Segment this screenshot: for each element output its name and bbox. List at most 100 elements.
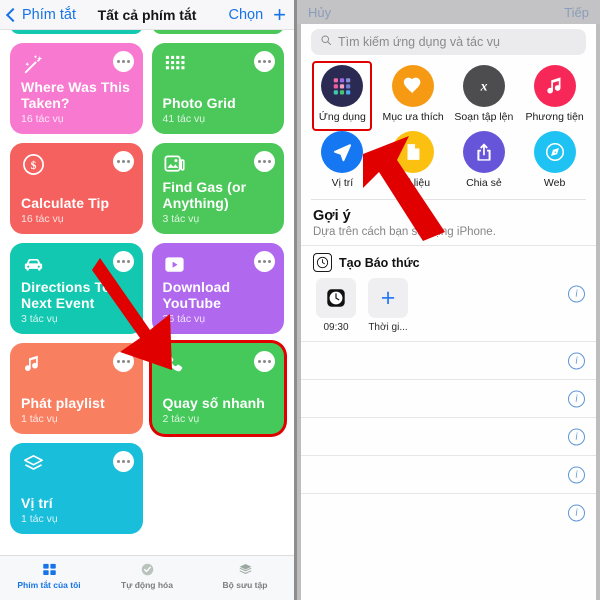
back-button-label: Phím tắt — [22, 6, 76, 23]
category-soan-tap-lenh[interactable]: x Soạn tập lện — [449, 65, 520, 123]
param-add-time[interactable]: + Thời gi... — [367, 278, 409, 333]
card-title: Calculate Tip — [21, 195, 110, 211]
gas-photo-icon — [163, 152, 187, 176]
category-label: Mục ưa thích — [382, 111, 444, 123]
app-grid-icon — [321, 65, 364, 107]
navigation-icon — [321, 131, 364, 173]
card-subtitle: 3 tác vụ — [21, 313, 58, 325]
category-label: Soạn tập lện — [454, 111, 514, 123]
shortcut-card-photo-grid[interactable]: Photo Grid 41 tác vụ — [151, 43, 284, 134]
tab-label: Phím tắt của tôi — [17, 580, 81, 590]
dollar-icon: $ — [21, 152, 45, 176]
shortcut-card-partial-teal[interactable] — [10, 30, 143, 34]
card-more-button[interactable] — [112, 351, 134, 372]
tab-tu-dong-hoa[interactable]: Tự động hóa — [98, 562, 196, 590]
select-button[interactable]: Chọn — [228, 7, 263, 23]
layers-icon — [21, 452, 45, 476]
add-shortcut-button[interactable]: + — [273, 3, 286, 25]
card-title: Where Was This Taken? — [21, 79, 131, 111]
nav-actions: Chọn + — [228, 3, 286, 25]
category-grid: Ứng dụng Mục ưa thích x Soạn tập lện Phư… — [301, 55, 596, 195]
card-title: Phát playlist — [21, 395, 105, 411]
card-title: Vị trí — [21, 495, 53, 511]
shortcuts-scroll-area[interactable]: Where Was This Taken? 16 tác vụ Photo Gr… — [0, 30, 294, 555]
search-input[interactable]: Tìm kiếm ứng dụng và tác vụ — [311, 29, 586, 55]
suggestion-row-5[interactable]: i — [301, 455, 596, 493]
x-script-icon: x — [462, 65, 505, 107]
magic-wand-icon — [21, 52, 45, 76]
category-vi-tri[interactable]: Vị trí — [307, 131, 378, 189]
document-icon — [392, 131, 435, 173]
category-web[interactable]: Web — [519, 131, 590, 189]
back-button[interactable]: Phím tắt — [5, 6, 76, 23]
suggestion-row-4[interactable]: i — [301, 417, 596, 455]
shortcut-card-calculate-tip[interactable]: $ Calculate Tip 16 tác vụ — [10, 143, 143, 234]
shortcut-card-vi-tri[interactable]: Vị trí 1 tác vụ — [10, 443, 143, 534]
shortcut-card-download-youtube[interactable]: Download YouTube 36 tác vụ — [151, 243, 284, 334]
tab-bo-suu-tap[interactable]: Bộ sưu tập — [196, 562, 294, 590]
suggestion-row-6[interactable]: i — [301, 493, 596, 531]
search-placeholder: Tìm kiếm ứng dụng và tác vụ — [338, 35, 500, 49]
shortcut-card-where-was-this-taken[interactable]: Where Was This Taken? 16 tác vụ — [10, 43, 143, 134]
card-more-button[interactable] — [254, 351, 275, 372]
info-icon[interactable]: i — [568, 504, 585, 521]
grid-dots-icon — [163, 52, 187, 76]
shortcut-card-find-gas[interactable]: Find Gas (or Anything) 3 tác vụ — [151, 143, 284, 234]
card-title: Find Gas (or Anything) — [162, 179, 247, 211]
category-phuong-tien[interactable]: Phương tiện — [519, 65, 590, 123]
row-parameters: 09:30 + Thời gi... — [315, 278, 584, 333]
shortcut-card-partial-green[interactable] — [151, 30, 284, 34]
svg-text:$: $ — [30, 158, 36, 171]
category-chia-se[interactable]: Chia sẻ — [449, 131, 520, 189]
suggestion-row-2[interactable]: i — [301, 341, 596, 379]
plus-icon: + — [368, 278, 408, 318]
right-phone-screen: Hủy Tiếp Tìm kiếm ứng dụng và tác vụ Ứng… — [297, 0, 600, 600]
category-label: Ứng dụng — [318, 111, 366, 123]
navigation-bar: Phím tắt Tất cả phím tắt Chọn + — [0, 0, 294, 30]
info-icon[interactable]: i — [568, 352, 585, 369]
suggestion-row-3[interactable]: i — [301, 379, 596, 417]
card-subtitle: 16 tác vụ — [21, 113, 64, 125]
shortcut-card-quay-so-nhanh[interactable]: Quay số nhanh 2 tác vụ — [151, 343, 284, 434]
card-title: Quay số nhanh — [162, 395, 265, 411]
category-ung-dung[interactable]: Ứng dụng — [307, 61, 378, 131]
svg-text:x: x — [479, 79, 487, 94]
action-picker-sheet: Tìm kiếm ứng dụng và tác vụ Ứng dụng Mục… — [301, 12, 596, 600]
suggestion-row-tao-bao-thuc[interactable]: Tạo Báo thức 09:30 + Thời gi... i — [301, 245, 596, 341]
category-label: Phương tiện — [525, 111, 584, 123]
category-tai-lieu[interactable]: Tài liệu — [378, 131, 449, 189]
share-icon — [462, 131, 505, 173]
card-more-button[interactable] — [112, 51, 134, 72]
info-icon[interactable]: i — [568, 285, 585, 302]
card-more-button[interactable] — [112, 251, 134, 272]
shortcut-card-phat-playlist[interactable]: Phát playlist 1 tác vụ — [10, 343, 143, 434]
info-icon[interactable]: i — [568, 390, 585, 407]
card-title: Photo Grid — [162, 95, 236, 111]
card-more-button[interactable] — [112, 451, 134, 472]
cancel-button[interactable]: Hủy — [308, 5, 331, 20]
clock-icon — [316, 278, 356, 318]
card-more-button[interactable] — [112, 151, 134, 172]
suggestions-subtitle: Dựa trên cách bạn sử dụng iPhone. — [313, 226, 496, 238]
info-icon[interactable]: i — [568, 466, 585, 483]
card-more-button[interactable] — [254, 251, 275, 272]
card-title: Directions To Next Event — [21, 279, 111, 311]
info-icon[interactable]: i — [568, 428, 585, 445]
layers-icon — [237, 562, 254, 577]
clock-icon — [313, 253, 332, 272]
row-title: Tạo Báo thức — [339, 255, 420, 270]
card-more-button[interactable] — [254, 51, 275, 72]
card-more-button[interactable] — [254, 151, 275, 172]
tab-phim-tat-cua-toi[interactable]: Phím tắt của tôi — [0, 562, 98, 590]
next-button[interactable]: Tiếp — [564, 5, 589, 20]
card-subtitle: 36 tác vụ — [162, 313, 206, 325]
dual-phone-screenshot: Phím tắt Tất cả phím tắt Chọn + Where Wa… — [0, 0, 600, 600]
card-subtitle: 1 tác vụ — [21, 413, 58, 425]
card-subtitle: 16 tác vụ — [21, 213, 64, 225]
category-label: Tài liệu — [396, 177, 431, 189]
shortcut-card-directions-next-event[interactable]: Directions To Next Event 3 tác vụ — [10, 243, 143, 334]
category-muc-ua-thich[interactable]: Mục ưa thích — [378, 65, 449, 123]
suggestions-header: Gợi ý Dựa trên cách bạn sử dụng iPhone. — [301, 200, 596, 238]
play-icon — [163, 252, 187, 276]
param-alarm-time[interactable]: 09:30 — [315, 278, 357, 333]
